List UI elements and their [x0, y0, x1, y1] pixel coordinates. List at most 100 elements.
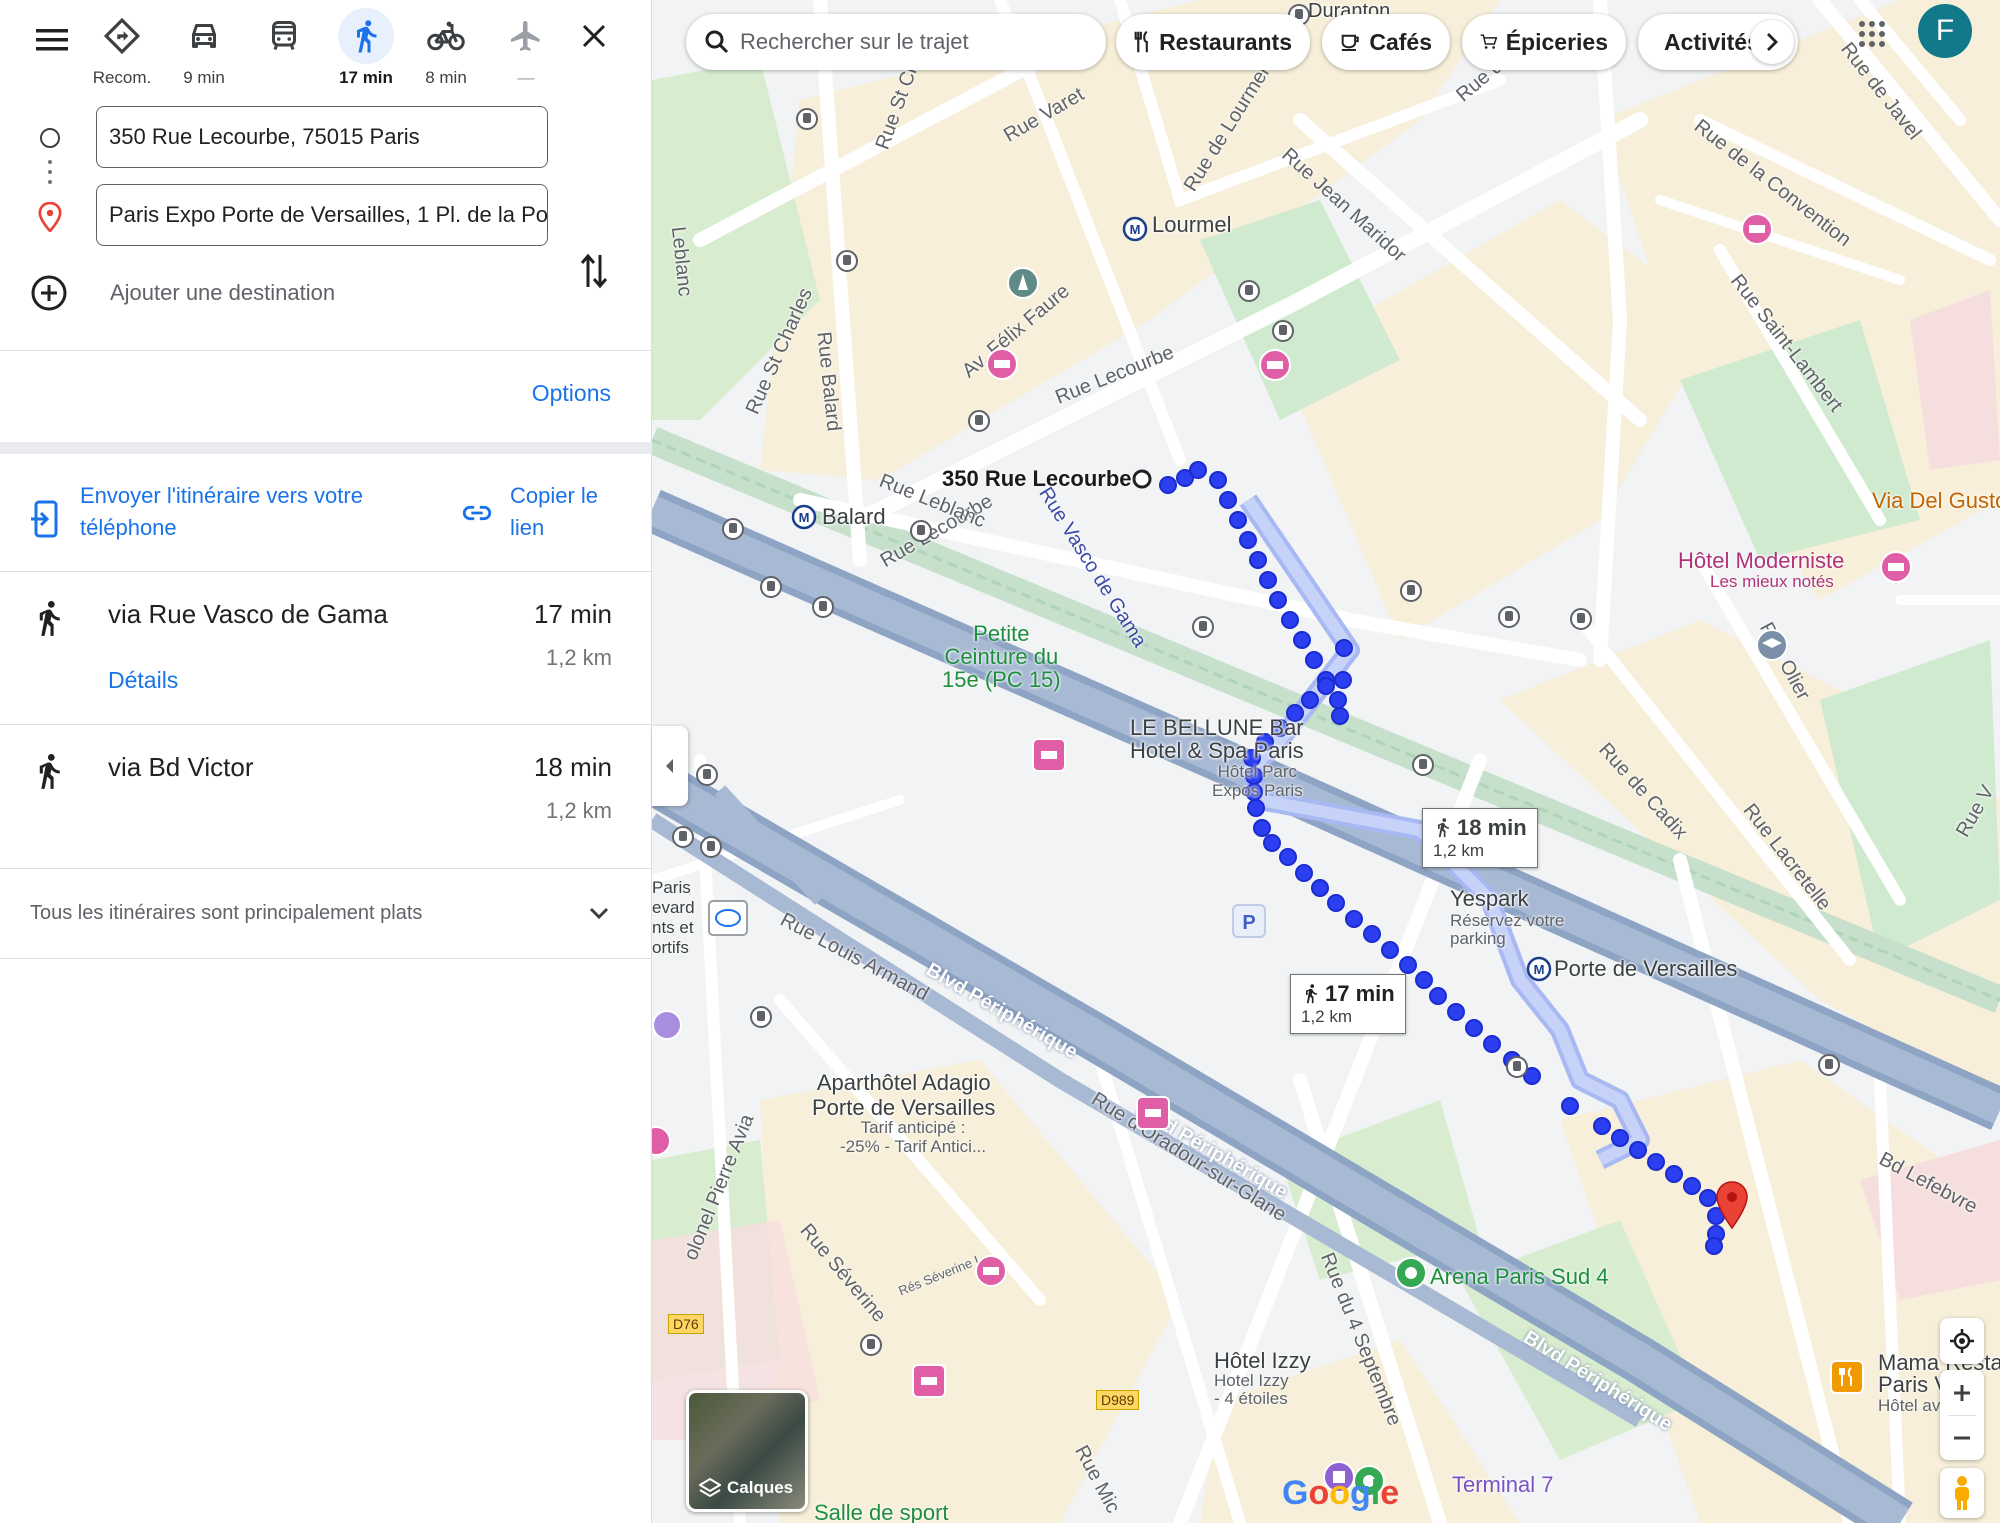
metro-lourmel-icon[interactable]: M — [1122, 216, 1148, 242]
hotel-marker-icon[interactable] — [652, 1124, 672, 1158]
map-canvas[interactable]: P M M M 350 Rue Lecourbe Lourmel Balard … — [652, 0, 2000, 1523]
tram-stop-icon[interactable] — [672, 826, 694, 848]
tram-stop-icon[interactable] — [700, 836, 722, 858]
monument-marker-icon[interactable] — [1006, 266, 1040, 300]
zoom-out-button[interactable] — [1952, 1416, 1972, 1460]
route-distance: 1,2 km — [545, 645, 612, 670]
tram-stop-icon[interactable] — [796, 108, 818, 130]
school-marker-icon[interactable] — [1755, 628, 1789, 662]
chip-cafes[interactable]: Cafés — [1322, 14, 1450, 70]
route-distance: 1,2 km — [545, 798, 612, 823]
add-destination-label: Ajouter une destination — [110, 280, 336, 305]
mode-car[interactable]: 9 min — [164, 8, 244, 90]
close-directions-button[interactable] — [568, 10, 620, 62]
tram-stop-icon[interactable] — [722, 518, 744, 540]
tram-stop-icon[interactable] — [968, 410, 990, 432]
route-option-1[interactable]: via Rue Vasco de Gama 17 min 1,2 km Déta… — [0, 571, 652, 724]
arena-marker-icon[interactable] — [1394, 1256, 1428, 1290]
hotel-marker-icon[interactable] — [1740, 212, 1774, 246]
hotel-marker-icon[interactable] — [1136, 1096, 1170, 1130]
arena-label: Arena Paris Sud 4 — [1430, 1264, 1609, 1289]
chevron-right-icon — [1767, 33, 1778, 51]
tram-stop-icon[interactable] — [860, 1334, 882, 1356]
walk-icon — [357, 20, 377, 53]
pegman-icon — [1955, 1476, 1969, 1510]
tram-stop-icon[interactable] — [1192, 616, 1214, 638]
mode-transit-label — [244, 68, 324, 88]
terrain-note: Tous les itinéraires sont principalement… — [30, 902, 423, 924]
tram-stop-icon[interactable] — [1238, 280, 1260, 302]
search-icon — [705, 30, 729, 54]
flight-icon — [511, 21, 540, 51]
mode-recommended[interactable]: Recom. — [82, 8, 162, 90]
tram-stop-icon[interactable] — [760, 576, 782, 598]
origin-circle-icon — [40, 128, 60, 148]
menu-button[interactable] — [28, 16, 76, 64]
layers-button[interactable]: Calques — [686, 1390, 808, 1512]
directions-panel: Recom. 9 min 17 min 8 min — 350 Rue Leco… — [0, 0, 652, 1523]
tram-stop-icon[interactable] — [1272, 320, 1294, 342]
tram-stop-icon[interactable] — [1506, 1056, 1528, 1078]
hotel-marker-icon[interactable] — [985, 347, 1019, 381]
tram-stop-icon[interactable] — [1498, 606, 1520, 628]
destination-field[interactable]: Paris Expo Porte de Versailles, 1 Pl. de… — [96, 184, 548, 246]
mode-walk[interactable]: 17 min — [326, 8, 406, 90]
parking-marker-icon[interactable]: P — [1232, 904, 1266, 938]
tram-stop-icon[interactable] — [1400, 580, 1422, 602]
metro-porte-versailles-icon[interactable]: M — [1526, 956, 1552, 982]
hotel-marker-icon[interactable] — [1879, 550, 1913, 584]
hotel-marker-icon[interactable] — [1032, 738, 1066, 772]
mode-flight[interactable]: — — [486, 8, 566, 90]
menu-icon — [36, 29, 68, 51]
place-marker-icon[interactable] — [652, 1008, 682, 1042]
options-button[interactable]: Options — [532, 380, 611, 407]
paris-evard-label: Paris evard nts et ortifs — [652, 878, 695, 957]
mode-bike[interactable]: 8 min — [406, 8, 486, 90]
hotel-marker-icon[interactable] — [1258, 348, 1292, 382]
main-route-duration-callout[interactable]: 17 min 1,2 km — [1290, 974, 1406, 1034]
apps-grid-icon — [1859, 21, 1885, 47]
my-location-button[interactable] — [1940, 1318, 1984, 1364]
account-avatar[interactable]: F — [1918, 4, 1972, 58]
chip-label: Restaurants — [1159, 28, 1292, 55]
mode-transit[interactable] — [244, 8, 324, 90]
tram-stop-icon[interactable] — [910, 520, 932, 542]
walk-icon — [39, 601, 60, 636]
cafe-icon — [1341, 34, 1359, 51]
apps-button[interactable] — [1850, 12, 1894, 56]
adagio-label: Aparthôtel Adagio Porte de Versailles — [812, 1070, 996, 1120]
tram-stop-icon[interactable] — [812, 596, 834, 618]
add-destination-button[interactable]: Ajouter une destination — [30, 268, 590, 318]
details-link[interactable]: Détails — [108, 667, 178, 694]
alt-route-duration-callout[interactable]: 18 min 1,2 km — [1422, 808, 1538, 868]
zoom-in-button[interactable] — [1952, 1371, 1972, 1415]
hotel-marker-icon[interactable] — [912, 1364, 946, 1398]
mode-car-label: 9 min — [183, 68, 225, 87]
tram-stop-icon[interactable] — [750, 1006, 772, 1028]
chip-restaurants[interactable]: Restaurants — [1116, 14, 1310, 70]
tram-stop-icon[interactable] — [1412, 754, 1434, 776]
copy-link-button[interactable]: Copier le lien — [460, 480, 630, 544]
chips-next-button[interactable] — [1750, 20, 1794, 64]
street-view-pegman-button[interactable] — [1940, 1468, 1984, 1518]
metro-balard-icon[interactable]: M — [791, 504, 817, 530]
restaurant-marker-icon[interactable] — [1830, 1360, 1864, 1394]
route-option-2[interactable]: via Bd Victor 18 min 1,2 km — [0, 724, 652, 868]
hotel-marker-icon[interactable] — [974, 1254, 1008, 1288]
section-divider — [0, 442, 652, 454]
collapse-panel-button[interactable] — [652, 726, 688, 806]
tram-stop-icon[interactable] — [1570, 608, 1592, 630]
mama-sub: Hôtel av — [1878, 1396, 1941, 1415]
origin-field[interactable]: 350 Rue Lecourbe, 75015 Paris — [96, 106, 548, 168]
tram-stop-icon[interactable] — [836, 250, 858, 272]
chip-epiceries[interactable]: Épiceries — [1462, 14, 1626, 70]
hotel-izzy-sub: Hotel Izzy - 4 étoiles — [1214, 1371, 1289, 1408]
tram-stop-icon[interactable] — [696, 764, 718, 786]
terrain-note-row[interactable]: Tous les itinéraires sont principalement… — [0, 868, 652, 958]
stadium-marker-icon[interactable] — [708, 900, 748, 936]
svg-text:P: P — [1242, 912, 1255, 934]
send-to-phone-button[interactable]: Envoyer l'itinéraire vers votre téléphon… — [30, 480, 430, 544]
tram-stop-icon[interactable] — [1818, 1054, 1840, 1076]
transit-icon — [272, 21, 296, 50]
search-along-route-input[interactable]: Rechercher sur le trajet — [686, 14, 1106, 70]
